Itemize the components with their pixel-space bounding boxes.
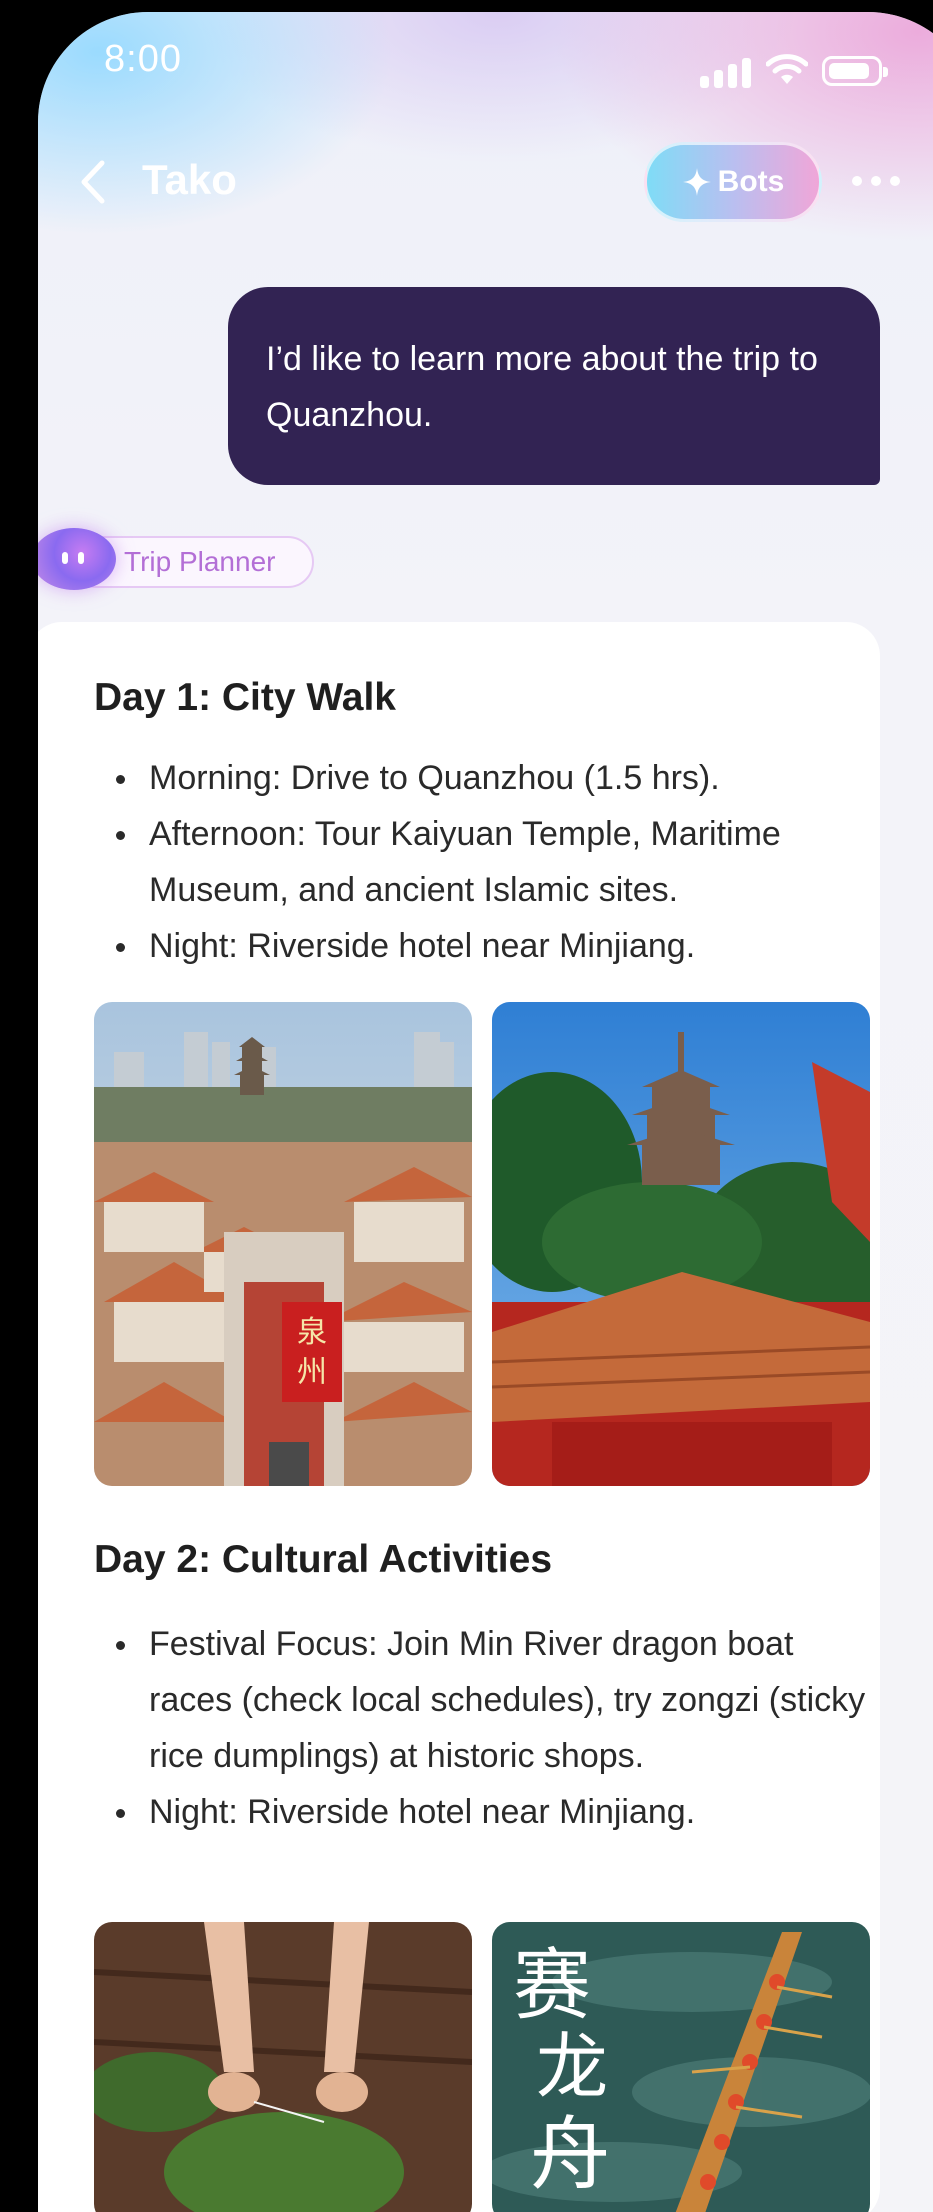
dragon-boat-caption-char: 赛 xyxy=(513,1941,591,2031)
cellular-signal-icon xyxy=(700,58,752,88)
svg-text:州: 州 xyxy=(297,1355,327,1390)
more-options-button[interactable] xyxy=(852,166,912,196)
status-time: 8:00 xyxy=(104,38,182,80)
battery-icon xyxy=(822,56,888,86)
phone-screen: 8:00 Tako Bots I’d like to learn more ab… xyxy=(38,12,933,2212)
bots-button[interactable]: Bots xyxy=(644,142,822,222)
day2-title: Day 2: Cultural Activities xyxy=(94,1538,553,1581)
wifi-icon xyxy=(766,54,808,84)
chat-title: Tako xyxy=(142,156,237,203)
kaiyuan-temple-photo[interactable] xyxy=(492,1002,870,1486)
status-bar: 8:00 Tako Bots I’d like to learn more ab… xyxy=(38,12,933,2212)
dragon-boat-caption-char: 龙 xyxy=(536,2025,608,2109)
list-item: Afternoon: Tour Kaiyuan Temple, Maritime… xyxy=(94,806,874,918)
more-dot-icon xyxy=(890,176,900,186)
bot-name-label: Trip Planner xyxy=(124,546,276,577)
more-dot-icon xyxy=(852,176,862,186)
day2-list: Festival Focus: Join Min River dragon bo… xyxy=(94,1616,874,1840)
bots-button-label: Bots xyxy=(717,165,785,198)
day1-title: Day 1: City Walk xyxy=(94,676,396,719)
list-item: Night: Riverside hotel near Minjiang. xyxy=(94,1784,874,1840)
city-sign-text: 泉 xyxy=(297,1315,327,1350)
chevron-left-icon xyxy=(81,160,105,204)
dragon-boat-caption-char: 舟 xyxy=(530,2108,610,2201)
day1-list: Morning: Drive to Quanzhou (1.5 hrs). Af… xyxy=(94,750,874,974)
dragon-boat-photo[interactable]: 赛 龙 舟 xyxy=(492,1922,870,2212)
user-message-text: I’d like to learn more about the trip to… xyxy=(266,340,818,434)
list-item: Night: Riverside hotel near Minjiang. xyxy=(94,918,874,974)
zongzi-photo[interactable] xyxy=(94,1922,472,2212)
itinerary-card: Day 1: City Walk Morning: Drive to Quanz… xyxy=(38,622,880,2212)
more-dot-icon xyxy=(871,176,881,186)
list-item: Morning: Drive to Quanzhou (1.5 hrs). xyxy=(94,750,874,806)
back-button[interactable] xyxy=(78,156,114,208)
quanzhou-city-photo[interactable]: 泉 州 xyxy=(94,1002,472,1486)
sparkle-icon xyxy=(682,168,711,196)
list-item: Festival Focus: Join Min River dragon bo… xyxy=(94,1616,874,1784)
user-message-bubble[interactable]: I’d like to learn more about the trip to… xyxy=(228,287,880,485)
